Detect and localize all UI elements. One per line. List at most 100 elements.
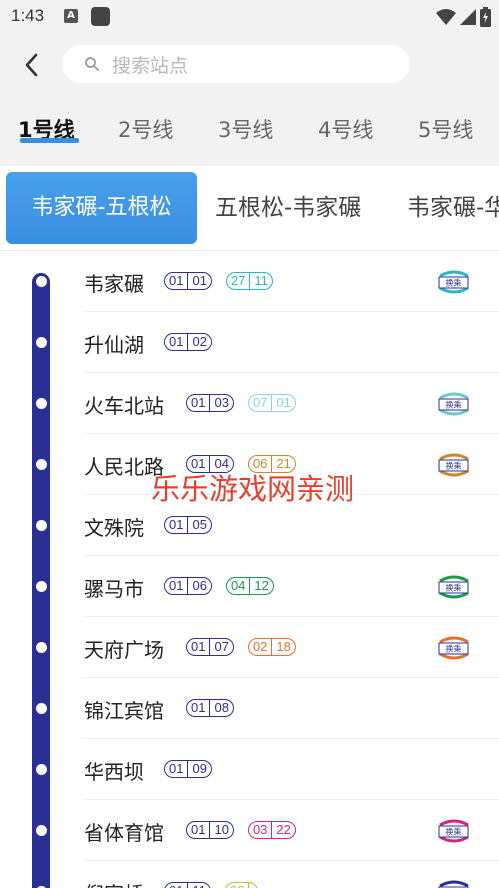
station-number: 09 bbox=[192, 761, 207, 776]
station-number: 07 bbox=[214, 639, 229, 654]
status-icons bbox=[436, 6, 491, 28]
station-code-badge: 04 12 bbox=[225, 577, 274, 595]
station-dot bbox=[36, 642, 47, 653]
station-dot bbox=[36, 337, 47, 348]
station-dot bbox=[36, 581, 47, 592]
station-row[interactable]: 骡马市 01 06 04 12 换乘 bbox=[0, 556, 499, 617]
tab-line-2[interactable]: 2号线 bbox=[118, 114, 173, 144]
station-code-badge: 01 01 bbox=[164, 272, 212, 290]
station-code-badge: 03 22 bbox=[247, 821, 296, 839]
station-row[interactable]: 人民北路 01 04 06 21 换乘 bbox=[0, 434, 499, 495]
transfer-icon[interactable]: 换乘 bbox=[436, 270, 472, 294]
station-number: 05 bbox=[192, 517, 207, 532]
tab-line-3[interactable]: 3号线 bbox=[218, 114, 273, 144]
station-code-badge: 01 09 bbox=[164, 760, 212, 778]
svg-text:换乘: 换乘 bbox=[446, 644, 462, 654]
svg-text:换乘: 换乘 bbox=[446, 278, 462, 288]
station-name: 骡马市 bbox=[84, 577, 144, 601]
chevron-left-icon bbox=[25, 53, 38, 77]
direction-tabs: 韦家碾-五根松 五根松-韦家碾 韦家碾-华 bbox=[0, 166, 499, 250]
svg-text:换乘: 换乘 bbox=[446, 827, 462, 837]
station-dot bbox=[36, 276, 47, 287]
line-number: 03 bbox=[249, 822, 273, 838]
line-number: 01 bbox=[187, 395, 211, 411]
search-icon bbox=[84, 56, 100, 72]
station-name: 火车北站 bbox=[84, 394, 164, 418]
station-row[interactable]: 省体育馆 01 10 03 22 换乘 bbox=[0, 800, 499, 861]
back-button[interactable] bbox=[14, 48, 48, 82]
station-dot bbox=[36, 703, 47, 714]
station-code-badge: 01 02 bbox=[164, 333, 212, 351]
transfer-icon[interactable]: 换乘 bbox=[436, 392, 472, 416]
line-number: 01 bbox=[187, 822, 211, 838]
station-number: 11 bbox=[188, 883, 210, 888]
status-bar: 1:43 A bbox=[0, 0, 499, 34]
line-number: 07 bbox=[249, 395, 273, 411]
station-name: 文殊院 bbox=[84, 516, 144, 540]
station-codes: 01 04 06 21 bbox=[186, 455, 296, 473]
transfer-icon[interactable]: 换乘 bbox=[436, 636, 472, 660]
station-dot bbox=[36, 520, 47, 531]
station-row[interactable]: 文殊院 01 05 bbox=[0, 495, 499, 556]
svg-text:换乘: 换乘 bbox=[446, 400, 462, 410]
station-row[interactable]: 韦家碾 01 01 27 11 换乘 bbox=[0, 251, 499, 312]
station-name: 升仙湖 bbox=[84, 333, 144, 357]
station-number bbox=[249, 883, 257, 888]
station-code-badge: 07 01 bbox=[247, 394, 296, 412]
station-codes: 01 03 07 01 bbox=[186, 394, 296, 412]
station-name: 省体育馆 bbox=[84, 821, 164, 845]
station-row[interactable]: 锦江宾馆 01 08 bbox=[0, 678, 499, 739]
station-code-badge: 08 bbox=[224, 882, 259, 888]
direction-tab-3[interactable]: 韦家碾-华 bbox=[407, 172, 499, 244]
search-placeholder: 搜索站点 bbox=[112, 54, 189, 77]
tab-line-5[interactable]: 5号线 bbox=[418, 114, 473, 144]
station-code-badge: 0111 bbox=[164, 882, 211, 888]
station-number: 04 bbox=[214, 456, 229, 471]
station-name: 韦家碾 bbox=[84, 272, 144, 296]
station-codes: 0111 08 bbox=[164, 882, 259, 888]
station-name: 倪家桥 bbox=[84, 878, 144, 888]
station-row[interactable]: 火车北站 01 03 07 01 换乘 bbox=[0, 373, 499, 434]
station-number: 10 bbox=[214, 822, 229, 837]
search-input[interactable]: 搜索站点 bbox=[62, 45, 410, 83]
station-name: 天府广场 bbox=[84, 638, 164, 662]
station-codes: 01 09 bbox=[164, 760, 212, 778]
station-dot bbox=[36, 825, 47, 836]
transfer-icon[interactable]: 换乘 bbox=[436, 453, 472, 477]
station-name: 人民北路 bbox=[84, 455, 164, 479]
station-codes: 01 07 02 18 bbox=[186, 638, 296, 656]
keyboard-a-icon: A bbox=[64, 9, 78, 23]
line-number: 01 bbox=[187, 700, 211, 716]
line-number: 01 bbox=[165, 578, 189, 594]
station-code-badge: 01 07 bbox=[186, 638, 234, 656]
battery-icon bbox=[480, 7, 491, 27]
line-number: 08 bbox=[226, 883, 250, 888]
station-number: 22 bbox=[276, 822, 291, 837]
station-number: 02 bbox=[192, 334, 207, 349]
station-row[interactable]: 升仙湖 01 02 bbox=[0, 312, 499, 373]
transfer-icon[interactable]: 换乘 bbox=[436, 819, 472, 843]
tab-line-4[interactable]: 4号线 bbox=[318, 114, 373, 144]
line-number: 27 bbox=[227, 273, 251, 289]
direction-tab-wjn-wgs[interactable]: 韦家碾-五根松 bbox=[6, 172, 197, 244]
station-row[interactable]: 华西坝 01 09 bbox=[0, 739, 499, 800]
transfer-icon[interactable]: 换乘 bbox=[436, 880, 472, 888]
station-number: 12 bbox=[254, 578, 269, 593]
svg-text:换乘: 换乘 bbox=[446, 461, 462, 471]
transfer-icon[interactable]: 换乘 bbox=[436, 575, 472, 599]
line-tabs: 1号线 2号线 3号线 4号线 5号线 bbox=[0, 114, 499, 154]
station-code-badge: 01 05 bbox=[164, 516, 212, 534]
station-number: 21 bbox=[276, 456, 291, 471]
station-row[interactable]: 天府广场 01 07 02 18 换乘 bbox=[0, 617, 499, 678]
station-code-badge: 01 08 bbox=[186, 699, 234, 717]
station-list[interactable]: 韦家碾 01 01 27 11 换乘 升仙湖 01 02 火车北站 01 03 07 01 换乘 人民北路 01… bbox=[0, 251, 499, 888]
line-number: 02 bbox=[249, 639, 273, 655]
station-codes: 01 01 27 11 bbox=[164, 272, 273, 290]
station-codes: 01 06 04 12 bbox=[164, 577, 274, 595]
station-row[interactable]: 倪家桥 0111 08 换乘 bbox=[0, 861, 499, 888]
signal-icon bbox=[460, 9, 476, 25]
line-number: 01 bbox=[165, 761, 189, 777]
active-tab-indicator bbox=[20, 138, 79, 143]
direction-tab-wgs-wjn[interactable]: 五根松-韦家碾 bbox=[215, 172, 361, 244]
station-dot bbox=[36, 398, 47, 409]
